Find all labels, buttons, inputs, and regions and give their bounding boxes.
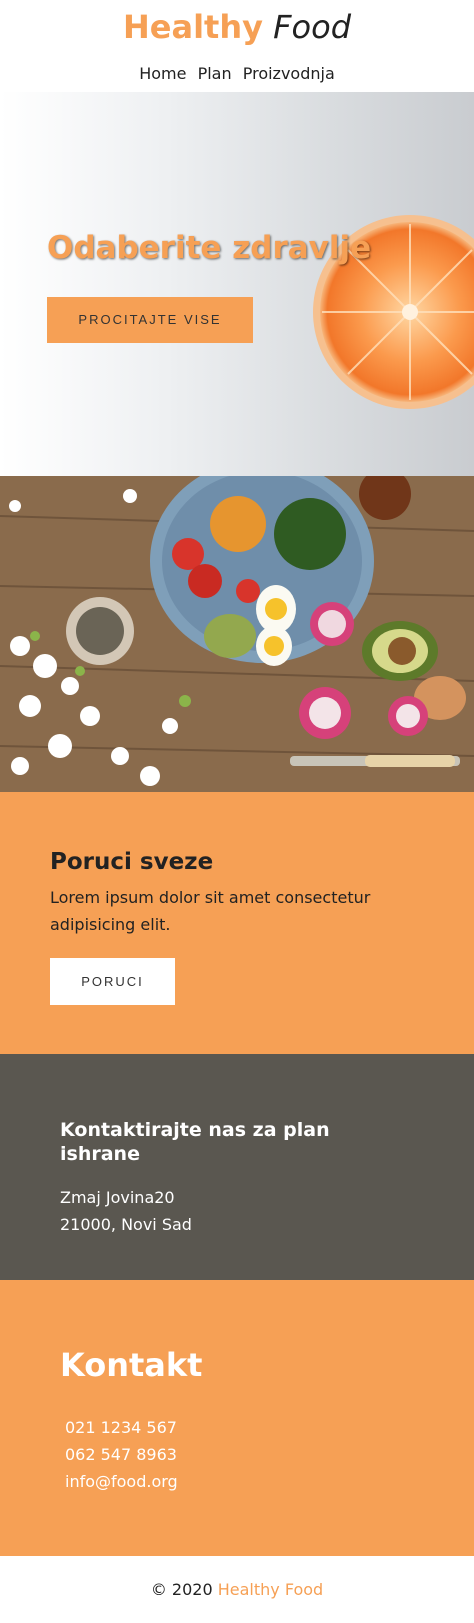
site-footer: © 2020 Healthy Food (0, 1556, 474, 1623)
order-button[interactable]: PORUCI (50, 958, 175, 1005)
order-title: Poruci sveze (50, 849, 214, 875)
address: Zmaj Jovina20 21000, Novi Sad (60, 1184, 414, 1238)
hero-title: Odaberite zdravlje (47, 230, 372, 266)
contact-list: 021 1234 567 062 547 8963 info@food.org (60, 1414, 414, 1495)
food-photo (0, 476, 474, 792)
logo-brand: Healthy (122, 8, 263, 46)
phone-2[interactable]: 062 547 8963 (65, 1441, 414, 1468)
logo[interactable]: Healthy Food (0, 0, 474, 46)
copyright: © 2020 (150, 1580, 213, 1599)
phone-1[interactable]: 021 1234 567 (65, 1414, 414, 1441)
site-header: Healthy Food Home Plan Proizvodnja (0, 0, 474, 92)
plan-contact-title: Kontaktirajte nas za plan ishrane (60, 1119, 330, 1165)
nav-plan[interactable]: Plan (198, 64, 232, 84)
plan-contact-section: Kontaktirajte nas za plan ishrane Zmaj J… (0, 1054, 474, 1280)
hero-section: Odaberite zdravlje PROCITAJTE VISE (0, 92, 474, 476)
order-text: Lorem ipsum dolor sit amet consectetur a… (50, 888, 371, 934)
contact-title: Kontakt (60, 1346, 203, 1384)
contact-section: Kontakt 021 1234 567 062 547 8963 info@f… (0, 1280, 474, 1556)
nav-proizvodnja[interactable]: Proizvodnja (243, 64, 335, 84)
nav-home[interactable]: Home (139, 64, 186, 84)
address-city: 21000, Novi Sad (60, 1215, 192, 1234)
order-section: Poruci sveze Lorem ipsum dolor sit amet … (0, 792, 474, 1054)
address-street: Zmaj Jovina20 (60, 1188, 175, 1207)
main-nav: Home Plan Proizvodnja (0, 64, 474, 84)
footer-brand[interactable]: Healthy Food (218, 1580, 323, 1599)
logo-food: Food (273, 8, 352, 46)
email-link[interactable]: info@food.org (65, 1468, 414, 1495)
read-more-button[interactable]: PROCITAJTE VISE (47, 297, 253, 343)
